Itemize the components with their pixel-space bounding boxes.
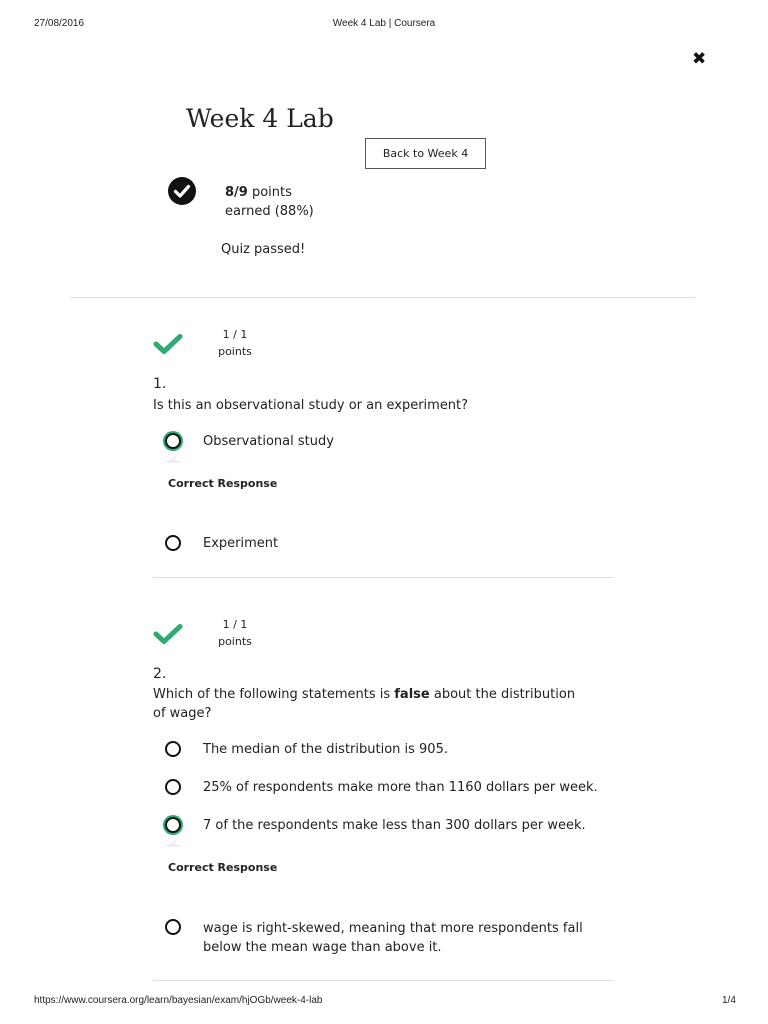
question-text-emphasis: false <box>394 687 430 702</box>
option-radio[interactable] <box>165 779 181 795</box>
page-title: Week 4 Lab <box>186 104 334 133</box>
question-text: Is this an observational study or an exp… <box>153 398 469 413</box>
quiz-status-message: Quiz passed! <box>221 242 306 257</box>
score-earned: earned (88%) <box>225 204 314 219</box>
option-label[interactable]: Experiment <box>203 534 278 553</box>
option-label[interactable]: The median of the distribution is 905. <box>203 740 448 759</box>
question-divider <box>153 577 614 578</box>
question-points: 1 / 1 points <box>215 616 255 650</box>
print-page-number: 1/4 <box>722 995 736 1006</box>
correct-response-label: Correct Response <box>168 861 278 874</box>
question-text-start: Which of the following statements is <box>153 687 395 702</box>
question-text: Which of the following statements is fal… <box>153 685 583 723</box>
print-page-title: Week 4 Lab | Coursera <box>332 18 436 29</box>
summary-divider <box>70 297 695 298</box>
option-radio[interactable] <box>165 741 181 757</box>
question-number: 1. <box>153 376 167 392</box>
back-to-week-button[interactable]: Back to Week 4 <box>365 138 486 169</box>
correct-check-icon <box>153 334 183 354</box>
option-label[interactable]: wage is right-skewed, meaning that more … <box>203 919 593 957</box>
feedback-pointer <box>165 841 181 847</box>
question-number: 2. <box>153 666 167 682</box>
score-value: 8/9 <box>225 185 248 200</box>
option-label[interactable]: Observational study <box>203 432 334 451</box>
points-value: 1 / 1 <box>222 618 248 631</box>
feedback-pointer <box>165 457 181 463</box>
option-radio-selected[interactable] <box>165 817 181 833</box>
option-radio[interactable] <box>165 535 181 551</box>
correct-response-label: Correct Response <box>168 477 278 490</box>
question-points: 1 / 1 points <box>215 326 255 360</box>
close-icon[interactable]: ✖ <box>692 49 706 69</box>
option-radio-selected[interactable] <box>165 433 181 449</box>
question-divider <box>153 980 614 981</box>
score-summary: 8/9 points earned (88%) <box>225 183 314 221</box>
points-value: 1 / 1 <box>222 328 248 341</box>
points-label: points <box>218 345 252 358</box>
points-label: points <box>218 635 252 648</box>
option-radio[interactable] <box>165 919 181 935</box>
option-label[interactable]: 7 of the respondents make less than 300 … <box>203 816 586 835</box>
correct-check-icon <box>153 624 183 644</box>
passed-check-icon <box>168 177 196 205</box>
score-points-label: points <box>247 185 292 200</box>
option-label[interactable]: 25% of respondents make more than 1160 d… <box>203 778 598 797</box>
print-url: https://www.coursera.org/learn/bayesian/… <box>34 995 323 1006</box>
